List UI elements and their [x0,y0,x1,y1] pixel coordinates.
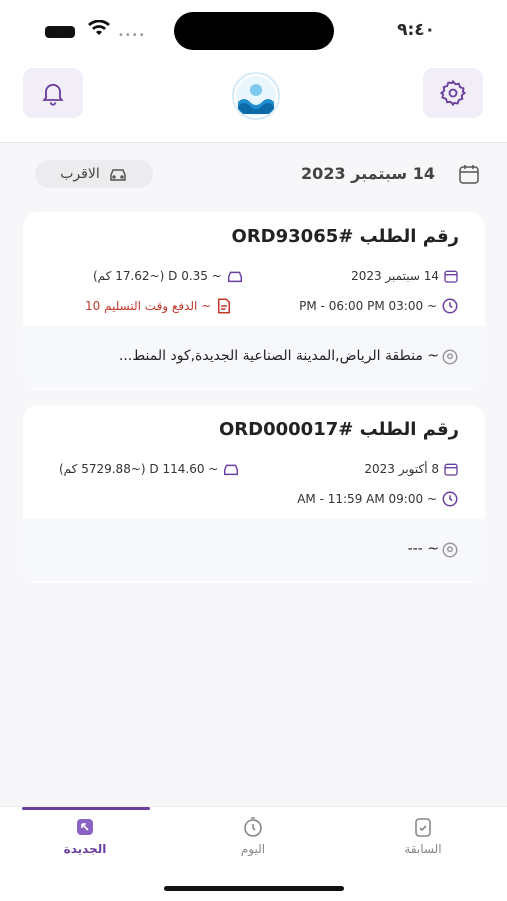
clock-icon [442,298,458,314]
status-bar: •••• ٩:٤٠ [0,0,507,60]
location-pin-icon [442,349,458,365]
app-logo [232,72,280,120]
home-indicator [164,886,344,891]
order-card[interactable]: رقم الطلب #ORD93065 14 سبتمبر 2023 ~ 0.3… [23,212,485,390]
selected-date[interactable]: 14 سبتمبر 2023 [301,164,435,183]
order-address: ~ منطقة الرياض,المدينة الصناعية الجديدة,… [23,326,485,388]
dynamic-island [174,12,334,50]
order-date-text: 8 أكتوبر 2023 [364,462,439,476]
bell-icon [42,83,64,106]
notifications-button[interactable] [23,68,83,118]
order-number: رقم الطلب #ORD000017 [219,419,459,440]
order-time-text: ~ 03:00 PM - 06:00 PM [299,299,437,313]
tab-new[interactable]: الجديدة [30,815,140,856]
order-number: رقم الطلب #ORD93065 [231,226,459,247]
invoice-icon [218,298,231,314]
tab-today-label: اليوم [240,842,266,856]
wifi-icon [88,20,110,35]
delivery-note: ~ الدفع وقت التسليم 10 [85,297,233,315]
order-card[interactable]: رقم الطلب #ORD000017 8 أكتوبر 2023 ~ 114… [23,405,485,583]
location-pin-icon [442,542,458,558]
status-time: ٩:٤٠ [397,20,435,40]
order-address-text: ~ --- [407,541,439,557]
nearest-filter-button[interactable]: الاقرب [35,160,153,188]
delivery-note-text: ~ الدفع وقت التسليم 10 [85,299,212,313]
car-icon [227,271,242,283]
order-time-window: ~ 09:00 AM - 11:59 AM [297,490,459,508]
order-date: 8 أكتوبر 2023 [364,461,459,477]
order-address: ~ --- [23,519,485,581]
order-distance: ~ 0.35 D (~17.62 كم) [93,268,244,284]
calendar-icon [444,463,458,476]
order-time-text: ~ 09:00 AM - 11:59 AM [297,492,437,506]
active-tab-indicator [22,807,150,810]
order-distance-text: ~ 114.60 D (~5729.88 كم) [59,462,219,476]
order-distance-text: ~ 0.35 D (~17.62 كم) [93,269,222,283]
battery-icon [45,26,75,38]
gear-icon [439,79,467,107]
order-time-window: ~ 03:00 PM - 06:00 PM [299,297,459,315]
calendar-icon [444,270,458,283]
car-icon [109,169,126,181]
tab-previous-label: السابقة [404,842,442,856]
cellular-signal-icon: •••• [118,30,146,41]
app-header [0,60,507,143]
filter-row: الاقرب 14 سبتمبر 2023 [0,158,507,194]
order-address-text: ~ منطقة الرياض,المدينة الصناعية الجديدة,… [118,348,439,364]
order-date-text: 14 سبتمبر 2023 [351,269,439,283]
clock-icon [244,817,262,837]
settings-button[interactable] [423,68,483,118]
nearest-label: الاقرب [60,166,100,182]
car-icon [224,464,239,476]
tab-new-label: الجديدة [63,842,107,856]
order-date: 14 سبتمبر 2023 [351,268,459,284]
tab-today[interactable]: اليوم [198,815,308,856]
tab-previous[interactable]: السابقة [368,815,478,856]
new-orders-icon [77,819,93,835]
clock-icon [442,491,458,507]
calendar-icon[interactable] [457,162,481,186]
history-icon [415,818,431,837]
order-distance: ~ 114.60 D (~5729.88 كم) [59,461,240,477]
